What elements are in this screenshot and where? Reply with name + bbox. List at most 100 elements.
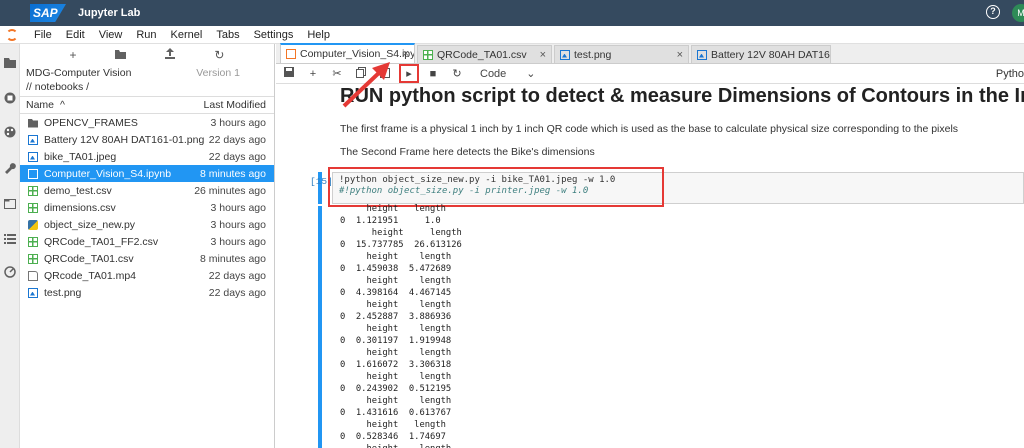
file-row[interactable]: test.png 22 days ago (20, 284, 274, 301)
image-icon (28, 134, 38, 145)
breadcrumb[interactable]: // notebooks / (20, 80, 274, 94)
menu-view[interactable]: View (99, 29, 123, 41)
menu-settings[interactable]: Settings (254, 29, 294, 41)
version-label: Version 1 (196, 67, 240, 79)
close-icon[interactable]: × (677, 49, 683, 61)
toc-icon[interactable] (4, 232, 16, 244)
file-name: test.png (44, 286, 82, 299)
file-row[interactable]: Battery 12V 80AH DAT161-01.png 22 days ag… (20, 131, 274, 148)
menu-kernel[interactable]: Kernel (171, 29, 203, 41)
csv-icon (28, 185, 38, 196)
kernel-name[interactable]: Pytho (996, 68, 1024, 80)
output-collapser[interactable] (318, 206, 322, 448)
file-browser: + ↻ MDG-Computer Vision Version 1 // not… (20, 44, 275, 448)
file-modified: 22 days ago (208, 286, 266, 299)
notebook-icon (286, 49, 296, 59)
file-name: dimensions.csv (44, 201, 116, 214)
chevron-down-icon: ⌄ (526, 68, 536, 80)
file-modified: 26 minutes ago (194, 184, 266, 197)
close-icon[interactable]: × (540, 49, 546, 61)
app-title: Jupyter Lab (78, 7, 141, 19)
notebook-panel: Computer_Vision_S4.ipynb × QRCode_TA01.c… (276, 43, 1024, 448)
file-modified: 3 hours ago (210, 218, 266, 231)
file-name: QRcode_TA01.mp4 (44, 269, 137, 282)
wrench-icon[interactable] (4, 162, 16, 174)
csv-icon (28, 236, 38, 247)
modified-column-header[interactable]: Last Modified (204, 99, 266, 111)
image-icon (28, 287, 38, 298)
file-row[interactable]: QRCode_TA01.csv 8 minutes ago (20, 250, 274, 267)
path-row: MDG-Computer Vision Version 1 (20, 66, 274, 80)
file-modified: 22 days ago (208, 269, 266, 282)
file-row[interactable]: object_size_new.py 3 hours ago (20, 216, 274, 233)
save-icon[interactable] (282, 67, 296, 80)
file-row[interactable]: QRcode_TA01.mp4 22 days ago (20, 267, 274, 284)
activity-bar (0, 44, 20, 448)
cell-type-value: Code (480, 67, 507, 80)
file-modified: 22 days ago (208, 150, 266, 163)
csv-icon (28, 253, 38, 264)
folder-icon[interactable] (4, 56, 16, 68)
file-name: OPENCV_FRAMES (44, 116, 138, 129)
new-launcher-icon[interactable]: + (69, 48, 76, 62)
tab-icon[interactable] (4, 198, 16, 210)
image-icon (28, 151, 38, 162)
tab-label: QRCode_TA01.csv (437, 48, 527, 61)
project-name: MDG-Computer Vision (26, 67, 132, 79)
csv-icon (28, 202, 38, 213)
csv-icon (423, 49, 433, 60)
tab-label: Battery 12V 80AH DAT161-0 (711, 48, 830, 61)
file-list: OPENCV_FRAMES 3 hours ago Battery 12V 80AH… (20, 114, 274, 301)
menu-run[interactable]: Run (136, 29, 156, 41)
file-row[interactable]: Computer_Vision_S4.ipynb 8 minutes ago (20, 165, 274, 182)
new-folder-icon[interactable] (115, 48, 127, 62)
stop-icon[interactable]: ■ (426, 68, 440, 80)
file-row[interactable]: bike_TA01.jpeg 22 days ago (20, 148, 274, 165)
tab-label: test.png (574, 48, 612, 61)
dashboard-icon[interactable] (4, 266, 16, 278)
notebook-icon (28, 168, 38, 179)
file-modified: 3 hours ago (210, 235, 266, 248)
palette-icon[interactable] (4, 126, 16, 138)
markdown-title: RUN python script to detect & measure Di… (340, 85, 1024, 107)
file-row[interactable]: OPENCV_FRAMES 3 hours ago (20, 114, 274, 131)
highlight-box (328, 167, 664, 207)
tab-battery[interactable]: Battery 12V 80AH DAT161-0 (691, 45, 831, 63)
file-name: demo_test.csv (44, 184, 112, 197)
file-row[interactable]: dimensions.csv 3 hours ago (20, 199, 274, 216)
file-modified: 8 minutes ago (200, 167, 266, 180)
file-modified: 3 hours ago (210, 116, 266, 129)
annotation-arrow-icon (342, 62, 390, 108)
cell-output: height length 0 1.121951 1.0 height leng… (340, 204, 462, 448)
file-name: Battery 12V 80AH DAT161-01.png (44, 133, 205, 146)
add-cell-icon[interactable]: + (306, 68, 320, 80)
run-icon[interactable]: ▸ (399, 64, 419, 83)
refresh-icon[interactable]: ↻ (214, 48, 224, 62)
tab-csv[interactable]: QRCode_TA01.csv × (417, 45, 552, 63)
upload-icon[interactable] (165, 48, 176, 62)
tab-test-png[interactable]: test.png × (554, 45, 689, 63)
markdown-para-1: The first frame is a physical 1 inch by … (340, 123, 959, 135)
file-name: Computer_Vision_S4.ipynb (44, 167, 172, 180)
menu-bar: File Edit View Run Kernel Tabs Settings … (0, 26, 1024, 44)
close-icon[interactable]: × (403, 48, 409, 60)
sap-logo[interactable]: SAP (30, 4, 66, 22)
help-icon[interactable]: ? (986, 5, 1000, 19)
menu-help[interactable]: Help (307, 29, 330, 41)
file-modified: 3 hours ago (210, 201, 266, 214)
menu-tabs[interactable]: Tabs (216, 29, 239, 41)
file-row[interactable]: demo_test.csv 26 minutes ago (20, 182, 274, 199)
sort-up-icon: ^ (60, 99, 65, 111)
menu-edit[interactable]: Edit (66, 29, 85, 41)
running-icon[interactable] (4, 92, 16, 104)
name-column-header[interactable]: Name (26, 99, 54, 111)
file-name: object_size_new.py (44, 218, 136, 231)
file-browser-toolbar: + ↻ (20, 44, 274, 66)
cell-type-select[interactable]: Code ⌄ (480, 67, 536, 81)
restart-icon[interactable]: ↻ (450, 67, 464, 80)
avatar[interactable]: M (1012, 4, 1024, 22)
folder-icon (28, 119, 38, 128)
menu-file[interactable]: File (34, 29, 52, 41)
jupyter-logo-icon (6, 28, 18, 41)
file-row[interactable]: QRCode_TA01_FF2.csv 3 hours ago (20, 233, 274, 250)
